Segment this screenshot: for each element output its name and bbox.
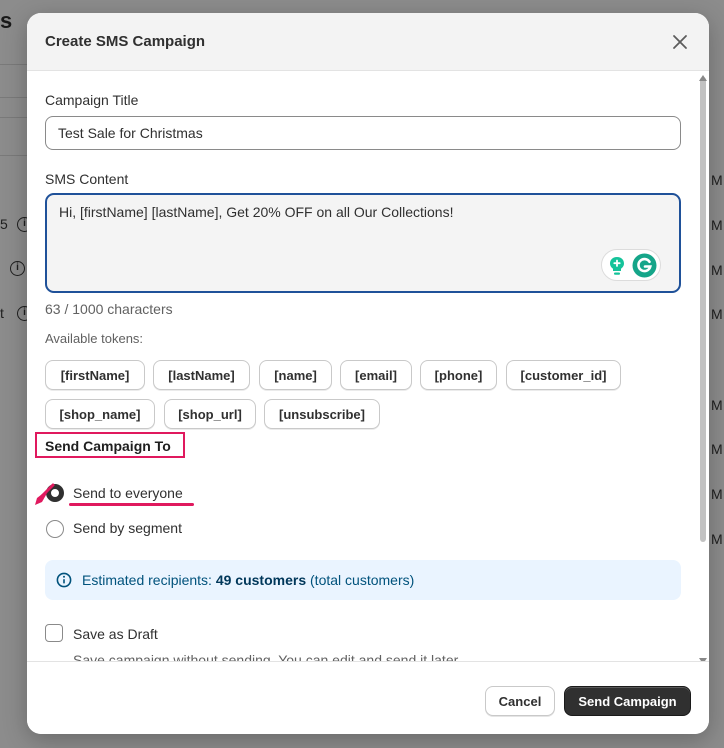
save-as-draft-label[interactable]: Save as Draft xyxy=(73,626,158,642)
scroll-up-icon[interactable] xyxy=(699,75,707,81)
background-divider xyxy=(0,117,30,118)
token-phone[interactable]: [phone] xyxy=(420,360,497,390)
background-title-fragment: s xyxy=(0,8,13,33)
info-icon xyxy=(56,572,72,588)
token-customer-id[interactable]: [customer_id] xyxy=(506,360,621,390)
background-divider xyxy=(0,97,30,98)
background-right-fragment: M xyxy=(711,397,723,413)
sms-content-field[interactable]: Hi, [firstName] [lastName], Get 20% OFF … xyxy=(45,193,681,293)
send-campaign-to-heading: Send Campaign To xyxy=(35,432,185,458)
estimated-recipients-text: Estimated recipients: 49 customers (tota… xyxy=(82,572,414,588)
token-shop-name[interactable]: [shop_name] xyxy=(45,399,155,429)
estimate-prefix: Estimated recipients: xyxy=(82,572,212,588)
annotation-underline xyxy=(69,503,194,506)
token-name[interactable]: [name] xyxy=(259,360,332,390)
background-row-fragment: 5 xyxy=(0,216,8,232)
estimate-count: 49 customers xyxy=(215,572,307,588)
background-right-fragment: M xyxy=(711,531,723,547)
background-info-icon: i xyxy=(10,261,25,276)
pointer-arrow-icon xyxy=(35,483,55,505)
background-right-fragment: M xyxy=(711,217,723,233)
character-count: 63 / 1000 characters xyxy=(45,301,173,317)
estimated-recipients-banner: Estimated recipients: 49 customers (tota… xyxy=(45,560,681,600)
token-unsubscribe[interactable]: [unsubscribe] xyxy=(264,399,380,429)
background-divider xyxy=(0,64,30,65)
token-email[interactable]: [email] xyxy=(340,360,412,390)
save-as-draft-help: Save campaign without sending. You can e… xyxy=(73,652,459,661)
available-tokens-label: Available tokens: xyxy=(45,331,144,346)
background-right-fragment: M xyxy=(711,306,723,322)
token-last-name[interactable]: [lastName] xyxy=(153,360,250,390)
token-first-name[interactable]: [firstName] xyxy=(45,360,145,390)
grammarly-icon[interactable] xyxy=(632,253,657,278)
send-campaign-button[interactable]: Send Campaign xyxy=(564,686,691,716)
create-sms-campaign-modal: Create SMS Campaign Campaign Title SMS C… xyxy=(27,13,709,734)
grammarly-widget[interactable] xyxy=(601,249,661,281)
campaign-title-input[interactable] xyxy=(45,116,681,150)
background-divider xyxy=(0,155,30,156)
estimate-suffix: (total customers) xyxy=(310,572,415,588)
send-to-everyone-label[interactable]: Send to everyone xyxy=(73,485,183,501)
close-button[interactable] xyxy=(669,31,691,53)
cancel-button[interactable]: Cancel xyxy=(485,686,555,716)
campaign-title-label: Campaign Title xyxy=(45,92,139,108)
background-right-fragment: M xyxy=(711,486,723,502)
save-as-draft-checkbox[interactable] xyxy=(45,624,63,642)
send-by-segment-label[interactable]: Send by segment xyxy=(73,520,182,536)
background-right-fragment: M xyxy=(711,441,723,457)
background-right-fragment: M xyxy=(711,172,723,188)
send-by-segment-radio[interactable] xyxy=(46,520,64,538)
scrollbar-thumb[interactable] xyxy=(700,77,706,542)
sms-content-textarea[interactable]: Hi, [firstName] [lastName], Get 20% OFF … xyxy=(47,195,679,291)
modal-header: Create SMS Campaign xyxy=(27,13,709,71)
close-icon xyxy=(673,35,687,49)
background-right-fragment: M xyxy=(711,262,723,278)
modal-footer: Cancel Send Campaign xyxy=(27,661,709,734)
modal-title: Create SMS Campaign xyxy=(45,33,206,50)
modal-body[interactable]: Campaign Title SMS Content Hi, [firstNam… xyxy=(27,71,709,661)
sms-content-label: SMS Content xyxy=(45,171,129,187)
token-shop-url[interactable]: [shop_url] xyxy=(164,399,256,429)
background-row-fragment: t xyxy=(0,305,4,321)
lightbulb-icon[interactable] xyxy=(608,256,626,276)
